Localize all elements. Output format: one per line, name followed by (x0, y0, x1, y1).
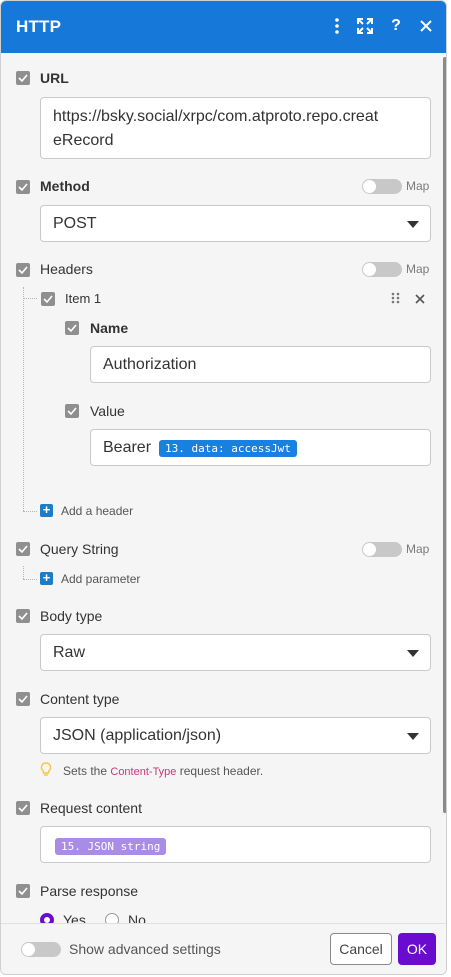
scrollbar[interactable] (443, 57, 446, 813)
headers-tree-line (23, 287, 24, 511)
request-content-label: Request content (40, 800, 142, 816)
query-string-map-toggle[interactable] (362, 542, 402, 557)
value-label: Value (90, 403, 125, 419)
item-1-collapse-checkbox[interactable] (41, 292, 55, 306)
headers-map-label: Map (406, 262, 430, 276)
body-type-collapse-checkbox[interactable] (16, 609, 30, 623)
body-type-value: Raw (53, 644, 86, 661)
http-module-panel: HTTP ? URL https://bsky.social/xrpc/com.… (0, 0, 447, 975)
body-type-label: Body type (40, 608, 103, 624)
panel-title: HTTP (16, 17, 62, 36)
headers-label: Headers (40, 261, 93, 277)
content-type-label: Content type (40, 691, 120, 707)
parse-response-label: Parse response (40, 883, 139, 899)
name-collapse-checkbox[interactable] (65, 321, 79, 335)
tree-branch (23, 511, 37, 512)
url-label: URL (40, 70, 69, 86)
header-value-prefix: Bearer (103, 439, 152, 456)
content-type-collapse-checkbox[interactable] (16, 692, 30, 706)
method-value: POST (53, 215, 97, 232)
parse-response-collapse-checkbox[interactable] (16, 884, 30, 898)
hint-code: Content-Type (110, 766, 177, 778)
chevron-down-icon (407, 733, 419, 740)
query-string-label: Query String (40, 541, 119, 557)
method-map-toggle[interactable] (362, 179, 402, 194)
close-icon[interactable] (415, 15, 437, 37)
lightbulb-icon (40, 762, 52, 777)
panel-header: HTTP ? (1, 1, 446, 53)
tree-branch (23, 579, 37, 580)
more-vertical-icon[interactable] (326, 15, 348, 37)
ok-button[interactable]: OK (398, 933, 436, 965)
parse-response-yes-label: Yes (63, 912, 86, 923)
headers-collapse-checkbox[interactable] (16, 263, 30, 277)
remove-item-icon[interactable] (414, 292, 426, 304)
chevron-down-icon (407, 650, 419, 657)
url-value-line1: https://bsky.social/xrpc/com.atproto.rep… (53, 108, 379, 125)
content-type-select[interactable]: JSON (application/json) (40, 717, 431, 754)
drag-handle-icon[interactable] (390, 291, 402, 305)
url-field[interactable]: https://bsky.social/xrpc/com.atproto.rep… (40, 97, 431, 159)
query-tree-line (23, 566, 24, 579)
item-1-label: Item 1 (65, 291, 102, 306)
add-header-link[interactable]: Add a header (61, 504, 133, 518)
url-value-line2: eRecord (53, 132, 114, 149)
content-type-value: JSON (application/json) (53, 727, 222, 744)
parse-response-yes-radio[interactable] (40, 913, 54, 923)
chevron-down-icon (407, 221, 419, 228)
tree-branch (23, 298, 37, 299)
query-string-map-label: Map (406, 542, 430, 556)
body-type-select[interactable]: Raw (40, 634, 431, 671)
panel-footer: Show advanced settings Cancel OK (1, 923, 446, 974)
request-content-input[interactable]: 15. JSON string (40, 826, 431, 863)
parse-response-no-radio[interactable] (105, 913, 119, 923)
headers-map-toggle[interactable] (362, 262, 402, 277)
name-label: Name (90, 320, 129, 336)
url-collapse-checkbox[interactable] (16, 71, 30, 85)
query-string-collapse-checkbox[interactable] (16, 542, 30, 556)
header-name-input[interactable]: Authorization (90, 346, 431, 383)
add-parameter-icon[interactable]: + (40, 571, 53, 585)
request-content-collapse-checkbox[interactable] (16, 801, 30, 815)
mapped-variable-pill[interactable]: 13. data: accessJwt (159, 440, 297, 457)
header-name-value: Authorization (103, 356, 197, 373)
parse-response-no-label: No (128, 912, 146, 923)
expand-icon[interactable] (354, 15, 376, 37)
add-parameter-link[interactable]: Add parameter (61, 572, 140, 586)
advanced-settings-toggle[interactable] (21, 942, 61, 957)
panel-content: URL https://bsky.social/xrpc/com.atproto… (1, 53, 446, 923)
value-collapse-checkbox[interactable] (65, 404, 79, 418)
method-collapse-checkbox[interactable] (16, 180, 30, 194)
hint-prefix: Sets the (63, 764, 108, 778)
advanced-settings-label: Show advanced settings (69, 941, 221, 957)
header-value-input[interactable]: Bearer 13. data: accessJwt (90, 429, 431, 466)
add-header-icon[interactable]: + (40, 503, 53, 517)
mapped-variable-pill[interactable]: 15. JSON string (55, 838, 167, 855)
method-label: Method (40, 178, 90, 194)
help-icon[interactable]: ? (385, 15, 407, 37)
cancel-button[interactable]: Cancel (330, 933, 392, 965)
method-map-label: Map (406, 179, 430, 193)
content-type-hint: Sets the Content-Type request header. (63, 764, 263, 778)
method-select[interactable]: POST (40, 205, 431, 242)
hint-suffix: request header. (179, 764, 264, 778)
